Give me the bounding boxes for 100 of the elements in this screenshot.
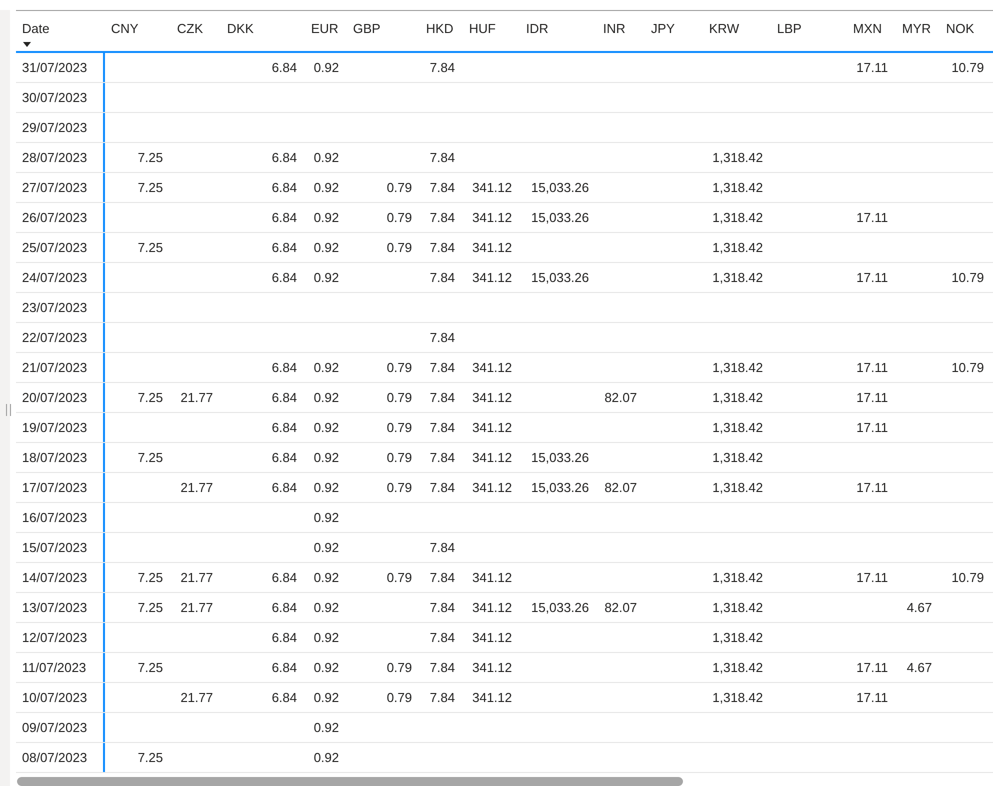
table-cell-text: 15,033.26 bbox=[531, 448, 589, 467]
table-cell-text: 0.92 bbox=[314, 418, 339, 437]
table-cell-text: 0.92 bbox=[314, 538, 339, 557]
scrollbar-thumb[interactable] bbox=[17, 777, 683, 786]
table-cell-text: 1,318.42 bbox=[712, 568, 763, 587]
table-cell-text: 08/07/2023 bbox=[22, 748, 88, 767]
table-cell-text: 15,033.26 bbox=[531, 598, 589, 617]
table-cell-text: 341.12 bbox=[472, 448, 512, 467]
table-cell-text: 7.84 bbox=[430, 538, 455, 557]
column-header[interactable]: INR bbox=[603, 21, 626, 37]
table-cell-text: 7.25 bbox=[138, 388, 163, 407]
table-cell-text: 7.25 bbox=[138, 658, 163, 677]
column-header[interactable]: LBP bbox=[777, 21, 802, 37]
table-cell-text: 341.12 bbox=[472, 628, 512, 647]
table-cell-text: 7.25 bbox=[138, 748, 163, 767]
table-cell-text: 6.84 bbox=[272, 358, 297, 377]
column-header[interactable]: MYR bbox=[902, 21, 931, 37]
table-cell-text: 17.11 bbox=[856, 58, 888, 77]
table-cell-text: 7.25 bbox=[138, 598, 163, 617]
table-cell-text: 0.79 bbox=[386, 568, 412, 587]
column-header[interactable]: GBP bbox=[353, 21, 380, 37]
table-cell-text: 0.92 bbox=[314, 568, 339, 587]
table-cell-text: 1,318.42 bbox=[712, 628, 763, 647]
table-cell-text: 1,318.42 bbox=[712, 448, 763, 467]
table-cell-text: 1,318.42 bbox=[712, 688, 763, 707]
table-cell-text: 341.12 bbox=[472, 568, 512, 587]
table-cell-text: 7.84 bbox=[430, 358, 455, 377]
table-cell-text: 20/07/2023 bbox=[22, 388, 88, 407]
table-cell-text: 11/07/2023 bbox=[22, 658, 86, 677]
column-header[interactable]: NOK bbox=[946, 21, 974, 37]
table-cell-text: 7.84 bbox=[430, 448, 455, 467]
column-header[interactable]: JPY bbox=[651, 21, 675, 37]
table-cell-text: 16/07/2023 bbox=[22, 508, 88, 527]
table-cell-text: 7.84 bbox=[430, 598, 455, 617]
column-header[interactable]: CNY bbox=[111, 21, 138, 37]
table-cell-text: 0.79 bbox=[386, 418, 412, 437]
table-cell-text: 0.79 bbox=[386, 658, 412, 677]
table-cell-text: 0.92 bbox=[314, 238, 339, 257]
table-cell-text: 0.92 bbox=[314, 448, 339, 467]
table-cell-text: 19/07/2023 bbox=[22, 418, 88, 437]
column-header[interactable]: EUR bbox=[311, 21, 338, 37]
table-cell-text: 09/07/2023 bbox=[22, 718, 88, 737]
table-cell-text: 6.84 bbox=[272, 148, 297, 167]
table-cell-text: 0.92 bbox=[314, 658, 339, 677]
table-cell-text: 17.11 bbox=[856, 418, 888, 437]
table-cell-text: 1,318.42 bbox=[712, 418, 763, 437]
table-cell-text: 27/07/2023 bbox=[22, 178, 88, 197]
column-header[interactable]: IDR bbox=[526, 21, 548, 37]
table-cell-text: 1,318.42 bbox=[712, 478, 763, 497]
table-cell-text: 10.79 bbox=[951, 268, 984, 287]
resize-handle-icon[interactable] bbox=[6, 404, 11, 416]
table-cell-text: 31/07/2023 bbox=[22, 58, 88, 77]
table-cell-text: 17.11 bbox=[856, 208, 888, 227]
table-cell-text: 15/07/2023 bbox=[22, 538, 88, 557]
table-cell-text: 82.07 bbox=[604, 388, 637, 407]
table-cell-text: 17.11 bbox=[856, 358, 888, 377]
table-cell-text: 7.25 bbox=[138, 178, 163, 197]
table-cell-text: 21.77 bbox=[180, 688, 213, 707]
table-cell-text: 1,318.42 bbox=[712, 238, 763, 257]
table-cell-text: 6.84 bbox=[272, 628, 297, 647]
table-cell-text: 1,318.42 bbox=[712, 268, 763, 287]
column-header[interactable]: DKK bbox=[227, 21, 254, 37]
table-cell-text: 7.25 bbox=[138, 238, 163, 257]
column-header[interactable]: Date bbox=[22, 21, 50, 37]
table-cell-text: 6.84 bbox=[272, 448, 297, 467]
table-cell-text: 6.84 bbox=[272, 658, 297, 677]
table-cell-text: 0.79 bbox=[386, 358, 412, 377]
table-cell-text: 29/07/2023 bbox=[22, 118, 88, 137]
table-cell-text: 14/07/2023 bbox=[22, 568, 88, 587]
table-cell-text: 0.92 bbox=[314, 58, 339, 77]
table-cell-text: 1,318.42 bbox=[712, 178, 763, 197]
table-cell-text: 341.12 bbox=[472, 238, 512, 257]
column-header[interactable]: HKD bbox=[426, 21, 454, 37]
column-header[interactable]: MXN bbox=[853, 21, 882, 37]
table-cell-text: 21/07/2023 bbox=[22, 358, 88, 377]
table-cell-text: 17.11 bbox=[856, 658, 888, 677]
table-cell-text: 6.84 bbox=[272, 58, 297, 77]
table-cell-text: 15,033.26 bbox=[531, 478, 589, 497]
table-cell-text: 82.07 bbox=[604, 598, 637, 617]
table-cell-text: 15,033.26 bbox=[531, 178, 589, 197]
table-cell-text: 10.79 bbox=[951, 58, 984, 77]
table-cell-text: 341.12 bbox=[472, 388, 512, 407]
table-cell-text: 15,033.26 bbox=[531, 268, 589, 287]
column-header[interactable]: HUF bbox=[469, 21, 496, 37]
table-cell-text: 6.84 bbox=[272, 178, 297, 197]
table-cell-text: 1,318.42 bbox=[712, 358, 763, 377]
column-header[interactable]: CZK bbox=[177, 21, 203, 37]
table-cell-text: 22/07/2023 bbox=[22, 328, 88, 347]
table-cell-text: 10.79 bbox=[951, 568, 984, 587]
table-cell-text: 24/07/2023 bbox=[22, 268, 88, 287]
table-cell-text: 7.25 bbox=[138, 148, 163, 167]
table-cell-text: 0.92 bbox=[314, 268, 339, 287]
table-cell-text: 341.12 bbox=[472, 688, 512, 707]
column-header[interactable]: KRW bbox=[709, 21, 740, 37]
table-cell-text: 1,318.42 bbox=[712, 658, 763, 677]
table-cell-text: 0.92 bbox=[314, 598, 339, 617]
table-cell-text: 0.79 bbox=[386, 688, 412, 707]
table-cell-text: 6.84 bbox=[272, 208, 297, 227]
table-cell-text: 0.92 bbox=[314, 478, 339, 497]
table-cell-text: 7.84 bbox=[430, 208, 455, 227]
